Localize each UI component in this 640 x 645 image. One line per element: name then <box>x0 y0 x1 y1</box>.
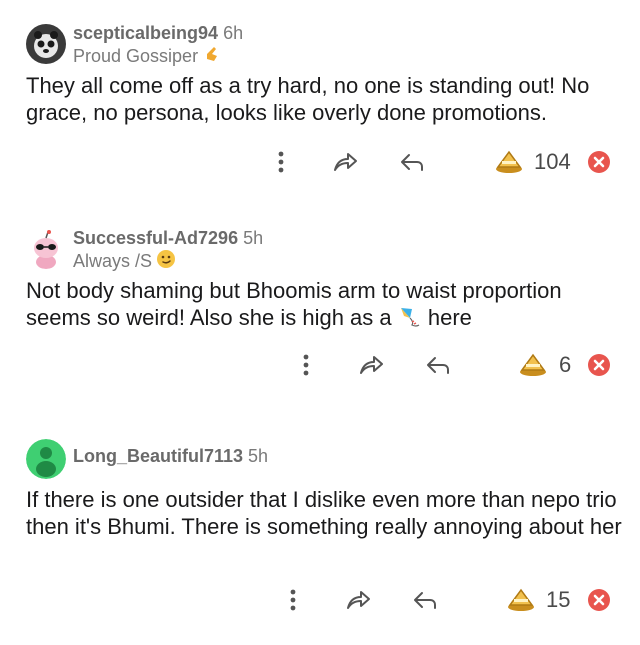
more-options-icon[interactable] <box>278 585 308 615</box>
reply-icon[interactable] <box>410 585 440 615</box>
vote-score: 6 <box>559 352 572 377</box>
user-flair: Always /S <box>73 249 176 274</box>
kite-icon <box>398 305 422 335</box>
upvote-icon[interactable] <box>518 350 548 380</box>
smirk-emoji-icon <box>156 249 176 274</box>
upvote-icon[interactable] <box>494 147 524 177</box>
comment-header: Successful-Ad7296 5h Always /S <box>26 227 626 271</box>
gold-finger-icon <box>202 44 222 69</box>
user-flair: Proud Gossiper <box>73 44 222 69</box>
share-icon[interactable] <box>343 585 373 615</box>
comment-header: Long_Beautiful7113 5h <box>26 437 626 481</box>
comment-actions: 104 <box>0 147 640 177</box>
comment-text: They all come off as a try hard, no one … <box>26 73 590 125</box>
share-icon[interactable] <box>356 350 386 380</box>
comment-age: 5h <box>248 446 269 466</box>
username[interactable]: Successful-Ad7296 5h <box>73 228 263 249</box>
comment-age: 5h <box>243 228 264 248</box>
user-avatar[interactable] <box>26 229 66 269</box>
share-icon[interactable] <box>330 147 360 177</box>
upvote-icon[interactable] <box>506 585 536 615</box>
downvote-icon[interactable] <box>584 350 614 380</box>
vote-score: 15 <box>546 587 571 612</box>
downvote-icon[interactable] <box>584 585 614 615</box>
user-avatar[interactable] <box>26 439 66 479</box>
comment-age: 6h <box>223 23 244 43</box>
more-options-icon[interactable] <box>291 350 321 380</box>
vote-score: 104 <box>534 149 571 174</box>
more-options-icon[interactable] <box>266 147 296 177</box>
username[interactable]: scepticalbeing94 6h <box>73 23 243 44</box>
comment-actions: 15 <box>0 585 640 615</box>
comment-header: scepticalbeing94 6h Proud Gossiper <box>26 22 626 66</box>
reply-icon[interactable] <box>423 350 453 380</box>
comment-text: If there is one outsider that I dislike … <box>26 487 622 539</box>
reply-icon[interactable] <box>397 147 427 177</box>
comment-actions: 6 <box>0 350 640 380</box>
user-avatar[interactable] <box>26 24 66 64</box>
username[interactable]: Long_Beautiful7113 5h <box>73 446 268 467</box>
downvote-icon[interactable] <box>584 147 614 177</box>
comment-text: Not body shaming but Bhoomis arm to wais… <box>26 277 626 335</box>
